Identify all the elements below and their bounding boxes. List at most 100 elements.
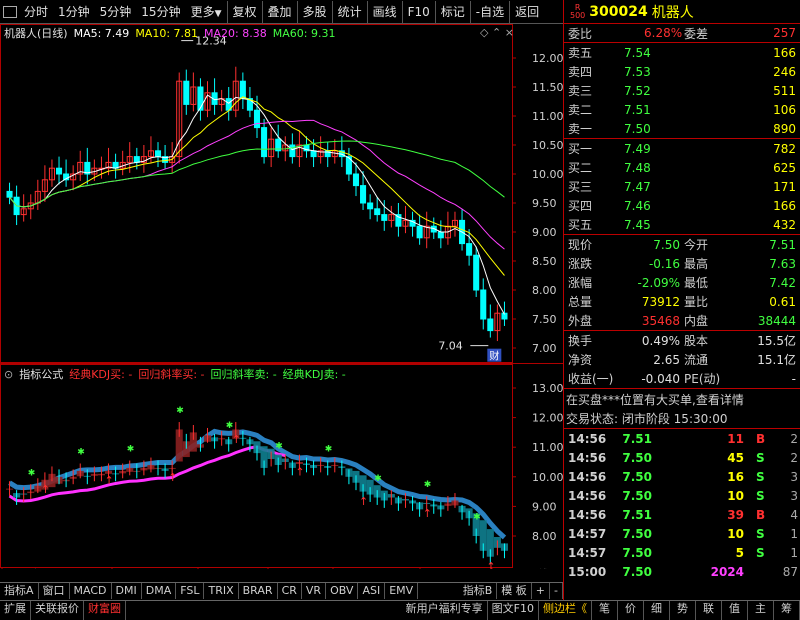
x-axis-label: 2	[270, 568, 277, 569]
indicator-tab[interactable]: EMV	[385, 583, 419, 599]
panel-tab[interactable]: 主	[748, 601, 774, 620]
indicator-tab[interactable]: MACD	[70, 583, 112, 599]
stat-label: 最高	[684, 257, 709, 271]
chart-area[interactable]: 12.00 11.50 11.00 10.50 10.00 9.50 9.00 8.50 8.0…	[0, 24, 563, 569]
toolbar-btn-timeshare[interactable]: 分时	[19, 1, 53, 23]
stock-name[interactable]: 机器人	[652, 2, 694, 22]
tick-list[interactable]: 14:56 7.51 11 B 2 14:56 7.50 45 S 2 14:56 7.50 16 S 3 1…	[564, 429, 800, 581]
toolbar-btn-more[interactable]: 更多▼	[186, 1, 227, 23]
y-tick-label: 9.00	[532, 500, 557, 513]
promo-tab[interactable]: 侧边栏《	[539, 601, 592, 620]
panel-tab[interactable]: 笔	[592, 601, 618, 620]
order-volume: 171	[773, 179, 796, 194]
tick-row: 14:56 7.50 16 S 3	[564, 467, 800, 486]
indicator-tab[interactable]: -	[550, 583, 563, 599]
panel-tab[interactable]: 势	[670, 601, 696, 620]
tick-time: 14:56	[568, 431, 607, 446]
indicator-tab[interactable]: FSL	[176, 583, 205, 599]
main-chart-frame	[0, 24, 513, 363]
indicator-tab[interactable]: +	[532, 583, 551, 599]
indicator-tab[interactable]: DMA	[142, 583, 177, 599]
sell-signal-icon: ✱	[28, 468, 36, 478]
panel-tab[interactable]: 联	[696, 601, 722, 620]
order-price: 7.54	[624, 45, 651, 60]
fin-row: 收益(一) -0.040 PE(动) -	[564, 369, 800, 388]
candle-body	[55, 167, 63, 175]
indicator-tab[interactable]: 窗口	[39, 583, 70, 599]
y-tick-label: 10.50	[532, 139, 563, 152]
indicator-tab[interactable]: CR	[278, 583, 302, 599]
r-badge: R 500	[570, 2, 586, 20]
indicator-tab[interactable]: BRAR	[239, 583, 278, 599]
toolbar-btn-draw[interactable]: 画线	[366, 0, 402, 23]
y-tick-label: 10.00	[532, 471, 563, 484]
promo-tab[interactable]: 新用户福利专享	[402, 601, 488, 620]
sub-chart-title-row: ⊙ 指标公式 经典KDJ买: - 回归斜率买: - 回归斜率卖: - 经典KDJ…	[4, 366, 346, 382]
toolbar-btn-back[interactable]: 返回	[509, 0, 544, 23]
candle-body	[352, 173, 360, 187]
panel-tab[interactable]: 细	[644, 601, 670, 620]
toolbar-btn-restore[interactable]: 复权	[226, 0, 262, 23]
toolbar-btn-mark[interactable]: 标记	[434, 0, 470, 23]
stock-code[interactable]: 300024	[589, 4, 647, 20]
diamond-icon[interactable]: ◇	[480, 26, 488, 39]
candle-body	[480, 289, 487, 320]
indicator-tab[interactable]: 指标B	[459, 583, 498, 599]
bottom-tab[interactable]: 关联报价	[31, 601, 84, 620]
buy-signal-icon: ↑	[168, 471, 177, 484]
promo-tab[interactable]: 图文F10	[488, 601, 539, 620]
toolbar-btn-f10[interactable]: F10	[401, 0, 435, 23]
main-chart-title: 机器人(日线)	[4, 27, 68, 40]
candle-body	[183, 80, 190, 105]
tick-count: 4	[790, 507, 798, 522]
toolbar-btn-overlay[interactable]: 叠加	[261, 0, 297, 23]
notice-row[interactable]: 在买盘***位置有大买单,查看详情	[564, 389, 800, 409]
y-tick-label: 13.00	[532, 382, 563, 395]
sub-chart-title[interactable]: 指标公式	[19, 366, 63, 382]
bottom-tab[interactable]: 财富圈	[84, 601, 126, 620]
candle-body	[197, 86, 204, 111]
collapse-icon[interactable]: ⊙	[4, 368, 13, 381]
tick-volume: 11	[727, 431, 744, 446]
candle-body	[154, 150, 162, 158]
tick-count: 3	[790, 488, 798, 503]
tick-side: S	[756, 469, 765, 484]
toolbar-btn-watch[interactable]: -自选	[469, 0, 509, 23]
notice-text[interactable]: 在买盘***位置有大买单,查看详情	[566, 391, 744, 408]
trade-status: 交易状态: 闭市阶段 15:30:00	[566, 412, 728, 426]
window-icon[interactable]	[3, 5, 17, 18]
tick-price: 7.50	[622, 488, 652, 503]
toolbar-btn-multi[interactable]: 多股	[296, 0, 332, 23]
candle-body	[473, 254, 480, 291]
indicator-tab[interactable]: OBV	[326, 583, 359, 599]
toolbar-btn-1min[interactable]: 1分钟	[53, 1, 95, 23]
period-label: 日线	[527, 567, 549, 569]
panel-tab[interactable]: 值	[722, 601, 748, 620]
sub-chart-frame	[0, 364, 513, 568]
buy-signal-icon: ↑	[105, 474, 114, 487]
indicator-tab[interactable]: ASI	[358, 583, 386, 599]
order-volume: 106	[773, 102, 796, 117]
indicator-tab[interactable]: VR	[302, 583, 327, 599]
toolbar-btn-more-label: 更多	[190, 4, 215, 19]
bottom-tab[interactable]: 扩展	[0, 601, 31, 620]
kline-chart[interactable]: 12.00 11.50 11.00 10.50 10.00 9.50 9.00 8.50 8.0…	[0, 24, 563, 569]
indicator-tab[interactable]: TRIX	[204, 583, 239, 599]
toolbar-btn-15min[interactable]: 15分钟	[136, 1, 185, 23]
toolbar-btn-stats[interactable]: 统计	[331, 0, 367, 23]
order-volume: 246	[773, 64, 796, 79]
tick-row: 15:00 7.50 2024 87	[564, 562, 800, 581]
toolbar-btn-5min[interactable]: 5分钟	[95, 1, 137, 23]
y-tick-label: 9.00	[532, 226, 557, 239]
stat-value: 7.42	[769, 275, 796, 290]
stat-value: 0.61	[769, 294, 796, 309]
indicator-tab[interactable]: DMI	[112, 583, 142, 599]
close-icon[interactable]: ×	[505, 26, 514, 39]
candle-body	[374, 208, 381, 216]
panel-tab[interactable]: 价	[618, 601, 644, 620]
indicator-tab[interactable]: 指标A	[0, 583, 39, 599]
sell-signal-icon: ✱	[127, 445, 135, 455]
panel-tab[interactable]: 筹	[774, 601, 800, 620]
chevron-up-icon[interactable]: ⌃	[492, 26, 501, 39]
indicator-tab[interactable]: 模 板	[497, 583, 532, 599]
